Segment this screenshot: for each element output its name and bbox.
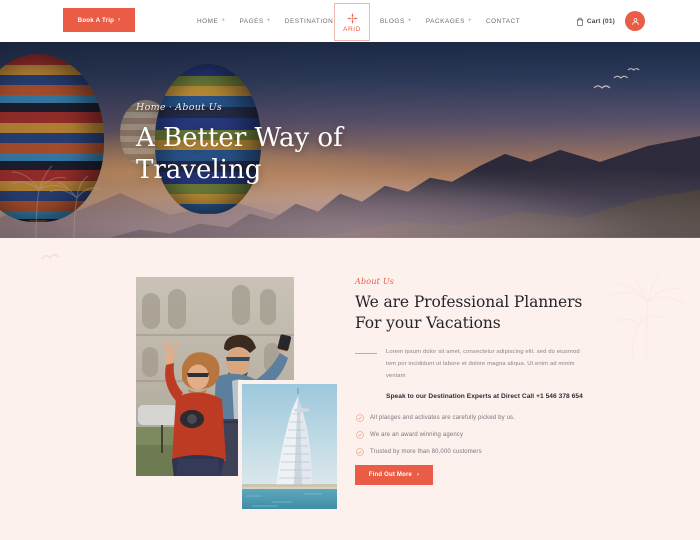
about-contact-line: Speak to our Destination Experts at Dire… bbox=[386, 392, 583, 400]
breadcrumb-home-link[interactable]: Home bbox=[136, 102, 166, 113]
about-eyebrow: About Us bbox=[355, 277, 395, 286]
feature-label: We are an award winning agency bbox=[370, 432, 464, 439]
nav-item-contact[interactable]: CONTACT bbox=[486, 18, 520, 25]
user-account-button[interactable] bbox=[625, 11, 645, 31]
palm-tree-decoration bbox=[611, 271, 685, 362]
check-circle-icon bbox=[356, 414, 364, 422]
bird-decoration-icon bbox=[41, 254, 59, 260]
nav-item-label: PAGES bbox=[239, 17, 264, 25]
find-out-more-label: Find Out More bbox=[368, 472, 413, 479]
plus-icon: + bbox=[407, 18, 412, 24]
list-item: We are an award winning agency bbox=[356, 431, 585, 439]
nav-item-destination[interactable]: DESTINATION + bbox=[285, 18, 341, 25]
nav-item-label: BLOGS bbox=[380, 17, 405, 25]
chevron-right-icon: › bbox=[118, 17, 121, 23]
breadcrumb: Home · About Us bbox=[136, 102, 366, 113]
about-feature-list: All placges and activates are carefully … bbox=[356, 414, 585, 456]
header-actions: Cart (01) bbox=[576, 0, 645, 42]
user-icon bbox=[631, 17, 639, 25]
breadcrumb-current: About Us bbox=[175, 102, 223, 113]
logo-text: ARID bbox=[343, 25, 361, 33]
primary-nav-right: BLOGS + PACKAGES + CONTACT bbox=[380, 0, 520, 42]
about-paragraph: Lorem ipsum dolor sit amet, consectetur … bbox=[386, 348, 580, 379]
nav-item-pages[interactable]: PAGES + bbox=[239, 18, 270, 25]
breadcrumb-separator: · bbox=[168, 102, 173, 113]
about-image-stack bbox=[136, 277, 338, 509]
hero-banner: Home · About Us A Better Way of Traveling bbox=[0, 42, 700, 238]
about-section: About Us We are Professional Planners Fo… bbox=[0, 238, 700, 540]
about-paragraph-row: Lorem ipsum dolor sit amet, consectetur … bbox=[355, 347, 585, 383]
plus-icon: + bbox=[467, 18, 472, 24]
hero-content: Home · About Us A Better Way of Traveling bbox=[136, 102, 366, 187]
list-item: Trusted by more than 80,000 customers bbox=[356, 448, 585, 456]
nav-item-label: PACKAGES bbox=[425, 17, 465, 25]
plus-icon: + bbox=[266, 18, 271, 24]
site-logo[interactable]: ARID bbox=[334, 3, 370, 41]
check-circle-icon bbox=[356, 431, 364, 439]
feature-label: Trusted by more than 80,000 customers bbox=[370, 449, 482, 456]
nav-item-label: DESTINATION bbox=[284, 17, 334, 25]
compass-icon bbox=[346, 12, 358, 24]
find-out-more-button[interactable]: Find Out More › bbox=[355, 465, 433, 486]
cart-button[interactable]: Cart (01) bbox=[576, 17, 615, 26]
list-item: All placges and activates are carefully … bbox=[356, 414, 585, 422]
primary-nav-left: HOME + PAGES + DESTINATION + bbox=[197, 0, 340, 42]
book-a-trip-label: Book A Trip bbox=[77, 16, 115, 24]
plus-icon: + bbox=[221, 18, 226, 24]
site-header: Book A Trip › HOME + PAGES + DESTINATION… bbox=[0, 0, 700, 42]
book-a-trip-button[interactable]: Book A Trip › bbox=[63, 8, 135, 32]
about-photo-burj-al-arab bbox=[242, 384, 337, 509]
page-title: A Better Way of Traveling bbox=[136, 123, 343, 185]
about-content: About Us We are Professional Planners Fo… bbox=[355, 277, 585, 486]
feature-label: All placges and activates are carefully … bbox=[370, 415, 516, 422]
nav-item-label: CONTACT bbox=[486, 17, 521, 25]
shopping-bag-icon bbox=[576, 17, 584, 26]
nav-item-blogs[interactable]: BLOGS + bbox=[380, 18, 412, 25]
cart-label: Cart (01) bbox=[586, 17, 615, 25]
nav-item-label: HOME bbox=[197, 17, 219, 25]
about-heading: We are Professional Planners For your Va… bbox=[355, 293, 583, 333]
nav-item-home[interactable]: HOME + bbox=[197, 18, 225, 25]
nav-item-packages[interactable]: PACKAGES + bbox=[426, 18, 472, 25]
chevron-right-icon: › bbox=[417, 472, 420, 479]
check-circle-icon bbox=[356, 448, 364, 456]
divider-line bbox=[355, 352, 377, 354]
